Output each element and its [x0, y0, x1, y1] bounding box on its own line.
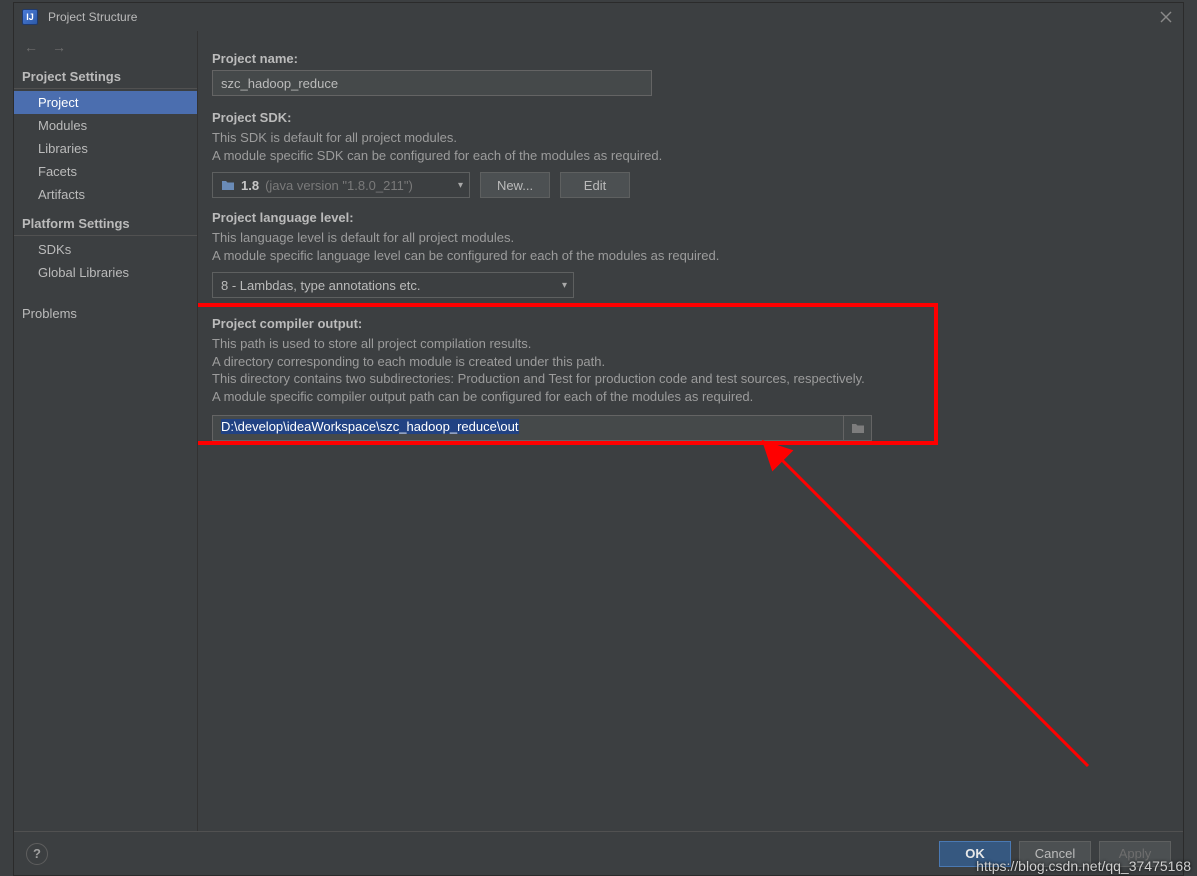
titlebar: IJ Project Structure: [14, 3, 1183, 31]
project-sdk-desc1: This SDK is default for all project modu…: [212, 129, 1169, 147]
section-platform-settings: Platform Settings: [14, 210, 197, 236]
annotation-arrow: [758, 436, 1108, 776]
sdk-hint: (java version "1.8.0_211"): [265, 178, 413, 193]
help-button[interactable]: ?: [26, 843, 48, 865]
sidebar-item-libraries[interactable]: Libraries: [14, 137, 197, 160]
edit-sdk-button[interactable]: Edit: [560, 172, 630, 198]
sidebar-item-sdks[interactable]: SDKs: [14, 238, 197, 261]
apply-button[interactable]: Apply: [1099, 841, 1171, 867]
lang-level-label: Project language level:: [212, 210, 1169, 225]
back-arrow-icon[interactable]: ←: [24, 39, 38, 55]
project-sdk-combo[interactable]: 1.8 (java version "1.8.0_211") ▾: [212, 172, 470, 198]
sidebar-item-artifacts[interactable]: Artifacts: [14, 183, 197, 206]
project-name-label: Project name:: [212, 51, 1169, 66]
sidebar-item-global-libraries[interactable]: Global Libraries: [14, 261, 197, 284]
browse-button[interactable]: [844, 415, 872, 441]
compiler-output-desc4: A module specific compiler output path c…: [212, 388, 1169, 406]
compiler-output-desc2: A directory corresponding to each module…: [212, 353, 1169, 371]
lang-level-desc1: This language level is default for all p…: [212, 229, 1169, 247]
lang-level-combo[interactable]: 8 - Lambdas, type annotations etc. ▾: [212, 272, 574, 298]
cancel-button[interactable]: Cancel: [1019, 841, 1091, 867]
project-structure-dialog: IJ Project Structure ← → Project Setting…: [13, 2, 1184, 876]
sidebar-item-problems[interactable]: Problems: [14, 302, 197, 325]
window-title: Project Structure: [48, 10, 137, 24]
section-project-settings: Project Settings: [14, 63, 197, 89]
ok-button[interactable]: OK: [939, 841, 1011, 867]
sidebar-item-modules[interactable]: Modules: [14, 114, 197, 137]
compiler-output-desc3: This directory contains two subdirectori…: [212, 370, 1169, 388]
chevron-down-icon: ▾: [562, 280, 567, 291]
project-name-input[interactable]: [212, 70, 652, 96]
new-sdk-button[interactable]: New...: [480, 172, 550, 198]
intellij-logo-icon: IJ: [22, 9, 38, 25]
sidebar: ← → Project Settings Project Modules Lib…: [14, 31, 198, 831]
compiler-output-label: Project compiler output:: [212, 316, 1169, 331]
folder-icon: [851, 422, 865, 434]
compiler-output-value: D:\develop\ideaWorkspace\szc_hadoop_redu…: [221, 419, 519, 434]
chevron-down-icon: ▾: [458, 180, 463, 191]
dialog-footer: ? OK Cancel Apply: [14, 831, 1183, 875]
close-icon[interactable]: [1157, 8, 1175, 26]
nav-arrows: ← →: [14, 35, 197, 63]
forward-arrow-icon[interactable]: →: [52, 39, 66, 55]
content-panel: Project name: Project SDK: This SDK is d…: [198, 31, 1183, 831]
lang-level-value: 8 - Lambdas, type annotations etc.: [221, 278, 420, 293]
sidebar-item-project[interactable]: Project: [14, 91, 197, 114]
sidebar-item-facets[interactable]: Facets: [14, 160, 197, 183]
compiler-output-input[interactable]: D:\develop\ideaWorkspace\szc_hadoop_redu…: [212, 415, 844, 441]
lang-level-desc2: A module specific language level can be …: [212, 247, 1169, 265]
project-sdk-label: Project SDK:: [212, 110, 1169, 125]
sdk-folder-icon: [221, 179, 235, 191]
compiler-output-desc1: This path is used to store all project c…: [212, 335, 1169, 353]
project-sdk-desc2: A module specific SDK can be configured …: [212, 147, 1169, 165]
sdk-value: 1.8: [241, 178, 259, 193]
